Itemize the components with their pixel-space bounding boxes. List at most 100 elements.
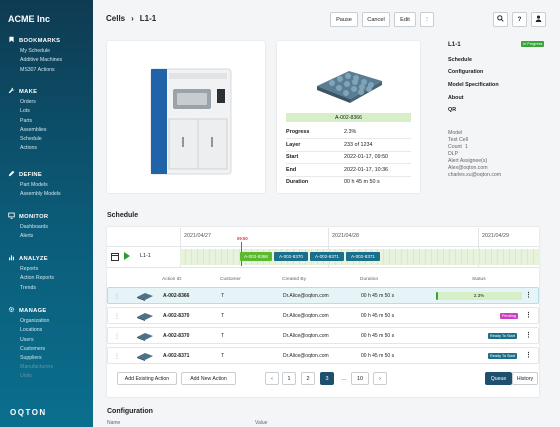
drag-handle-icon[interactable]: ⋮ bbox=[114, 293, 120, 300]
column-header-created-by[interactable]: Created By bbox=[282, 277, 306, 282]
sidebar-item-organization[interactable]: Organization bbox=[20, 318, 89, 324]
drag-handle-icon[interactable]: ⋮ bbox=[114, 313, 120, 320]
column-header-duration[interactable]: Duration bbox=[360, 277, 378, 282]
sidebar-item-ms307-actions[interactable]: MS307 Actions bbox=[20, 67, 89, 73]
history-tab[interactable]: History bbox=[512, 372, 538, 385]
layer-label: Layer bbox=[286, 142, 301, 148]
queue-tab[interactable]: Queue bbox=[485, 372, 512, 385]
sidebar-item-users[interactable]: Users bbox=[20, 337, 89, 343]
part-id-label: A-002-8366 bbox=[286, 113, 411, 122]
customer: T bbox=[221, 313, 225, 319]
user-menu-button[interactable] bbox=[531, 12, 546, 27]
sidebar-item-alerts[interactable]: Alerts bbox=[20, 233, 89, 239]
meta-assignee-1: Alex@oqton.com bbox=[448, 165, 488, 171]
nav-link-schedule[interactable]: Schedule bbox=[448, 57, 472, 63]
sidebar-item-reports[interactable]: Reports bbox=[20, 266, 89, 272]
timeline-chip[interactable]: A-002-8371 bbox=[346, 252, 380, 261]
row-more-button[interactable]: ⋮ bbox=[525, 331, 532, 339]
cancel-button[interactable]: Cancel bbox=[362, 12, 390, 27]
sidebar-item-assemblies[interactable]: Assemblies bbox=[20, 127, 89, 133]
sidebar-item-lots[interactable]: Lots bbox=[20, 108, 89, 114]
customer: T bbox=[221, 353, 225, 359]
created-by: Dr.Alice@oqton.com bbox=[283, 293, 329, 299]
breadcrumb-cells[interactable]: Cells bbox=[106, 14, 125, 23]
cell-calendar-icon[interactable] bbox=[111, 252, 119, 263]
pagination-next-button[interactable]: › bbox=[373, 372, 387, 385]
pagination-page[interactable]: 1 bbox=[282, 372, 296, 385]
sidebar-item-trends[interactable]: Trends bbox=[20, 285, 89, 291]
pagination-prev-button[interactable]: ‹ bbox=[265, 372, 279, 385]
oqton-logo: OQTON bbox=[10, 408, 47, 417]
pagination-page[interactable]: 2 bbox=[301, 372, 315, 385]
row-more-button[interactable]: ⋮ bbox=[525, 291, 532, 299]
drag-handle-icon[interactable]: ⋮ bbox=[114, 353, 120, 360]
more-actions-button[interactable]: ⋮ bbox=[420, 12, 434, 27]
timeline-chip[interactable]: A-002-8370 bbox=[274, 252, 308, 261]
end-label: End bbox=[286, 167, 297, 173]
progress-label: Progress bbox=[286, 129, 310, 135]
meta-count-value: 1 bbox=[465, 144, 468, 150]
timeline-chip[interactable]: A-002-8366 bbox=[240, 252, 272, 261]
sidebar-item-locations[interactable]: Locations bbox=[20, 327, 89, 333]
machine-image-card bbox=[107, 41, 265, 193]
meta-assignee-label: Alert Assignee(s) bbox=[448, 158, 488, 164]
table-row[interactable]: ⋮ A-002-8370 T Dr.Alice@oqton.com 00 h 4… bbox=[107, 327, 539, 344]
timeline-chip[interactable]: A-002-8371 bbox=[310, 252, 344, 261]
sidebar-section-title: DEFINE bbox=[19, 171, 43, 178]
add-existing-action-button[interactable]: Add Existing Action bbox=[117, 372, 177, 385]
nav-link-model-specification[interactable]: Model Specification bbox=[448, 82, 499, 88]
sidebar-item-part-models[interactable]: Part Models bbox=[20, 182, 89, 188]
sidebar-item-action-reports[interactable]: Action Reports bbox=[20, 275, 89, 281]
part-thumbnail bbox=[137, 353, 153, 361]
nav-link-configuration[interactable]: Configuration bbox=[448, 69, 483, 75]
column-header-status[interactable]: Status bbox=[472, 277, 486, 282]
table-row[interactable]: ⋮ A-002-8371 T Dr.Alice@oqton.com 00 h 4… bbox=[107, 347, 539, 364]
add-new-action-button[interactable]: Add New Action bbox=[181, 372, 236, 385]
column-header-customer[interactable]: Customer bbox=[220, 277, 241, 282]
sidebar-item-manufacturers[interactable]: Manufacturers bbox=[20, 364, 89, 370]
sidebar-item-suppliers[interactable]: Suppliers bbox=[20, 355, 89, 361]
sidebar-item-dashboards[interactable]: Dashboards bbox=[20, 224, 89, 230]
pagination-page-active[interactable]: 3 bbox=[320, 372, 334, 385]
play-icon[interactable] bbox=[123, 252, 130, 262]
page-title: L1-1 bbox=[139, 14, 157, 23]
row-more-button[interactable]: ⋮ bbox=[525, 311, 532, 319]
meta-model-value: Test Cell bbox=[448, 137, 468, 143]
timeline-date: 2021/04/29 bbox=[482, 233, 509, 239]
edit-button[interactable]: Edit bbox=[394, 12, 416, 27]
breadcrumb-separator: › bbox=[131, 14, 134, 23]
pause-button[interactable]: Pause bbox=[330, 12, 358, 27]
duration: 00 h 45 m 50 s bbox=[361, 353, 395, 359]
drag-handle-icon[interactable]: ⋮ bbox=[114, 333, 120, 340]
meta-count-label: Count bbox=[448, 144, 462, 150]
action-id[interactable]: A-002-8370 bbox=[163, 333, 189, 339]
column-header-action-id[interactable]: Action ID bbox=[162, 277, 181, 282]
nav-link-qr[interactable]: QR bbox=[448, 107, 456, 113]
sidebar-item-customers[interactable]: Customers bbox=[20, 346, 89, 352]
action-id[interactable]: A-002-8370 bbox=[163, 313, 189, 319]
created-by: Dr.Alice@oqton.com bbox=[283, 333, 329, 339]
customer: T bbox=[221, 293, 225, 299]
row-more-button[interactable]: ⋮ bbox=[525, 351, 532, 359]
sidebar-item-additive-machines[interactable]: Additive Machines bbox=[20, 57, 89, 63]
pagination-ellipsis: ... bbox=[341, 375, 347, 382]
sidebar-item-my-schedule[interactable]: My Schedule bbox=[20, 48, 89, 54]
status-badge: Ready To Start bbox=[488, 353, 518, 359]
sidebar-item-assembly-models[interactable]: Assembly Models bbox=[20, 191, 89, 197]
pagination-page[interactable]: 10 bbox=[351, 372, 369, 385]
action-id[interactable]: A-002-8371 bbox=[163, 353, 189, 359]
action-id[interactable]: A-002-8366 bbox=[163, 293, 189, 299]
search-button[interactable] bbox=[493, 12, 508, 27]
search-icon bbox=[497, 15, 504, 24]
sidebar-item-actions[interactable]: Actions bbox=[20, 145, 89, 151]
sidebar-item-schedule[interactable]: Schedule bbox=[20, 136, 89, 142]
org-name[interactable]: ACME Inc bbox=[8, 14, 50, 24]
configuration-title: Configuration bbox=[107, 408, 153, 415]
table-row[interactable]: ⋮ A-002-8366 T Dr.Alice@oqton.com 00 h 4… bbox=[107, 287, 539, 304]
sidebar-item-units[interactable]: Units bbox=[20, 373, 89, 379]
nav-link-about[interactable]: About bbox=[448, 95, 464, 101]
help-button[interactable]: ? bbox=[512, 12, 527, 27]
sidebar-item-orders[interactable]: Orders bbox=[20, 99, 89, 105]
table-row[interactable]: ⋮ A-002-8370 T Dr.Alice@oqton.com 00 h 4… bbox=[107, 307, 539, 324]
sidebar-item-parts[interactable]: Parts bbox=[20, 118, 89, 124]
